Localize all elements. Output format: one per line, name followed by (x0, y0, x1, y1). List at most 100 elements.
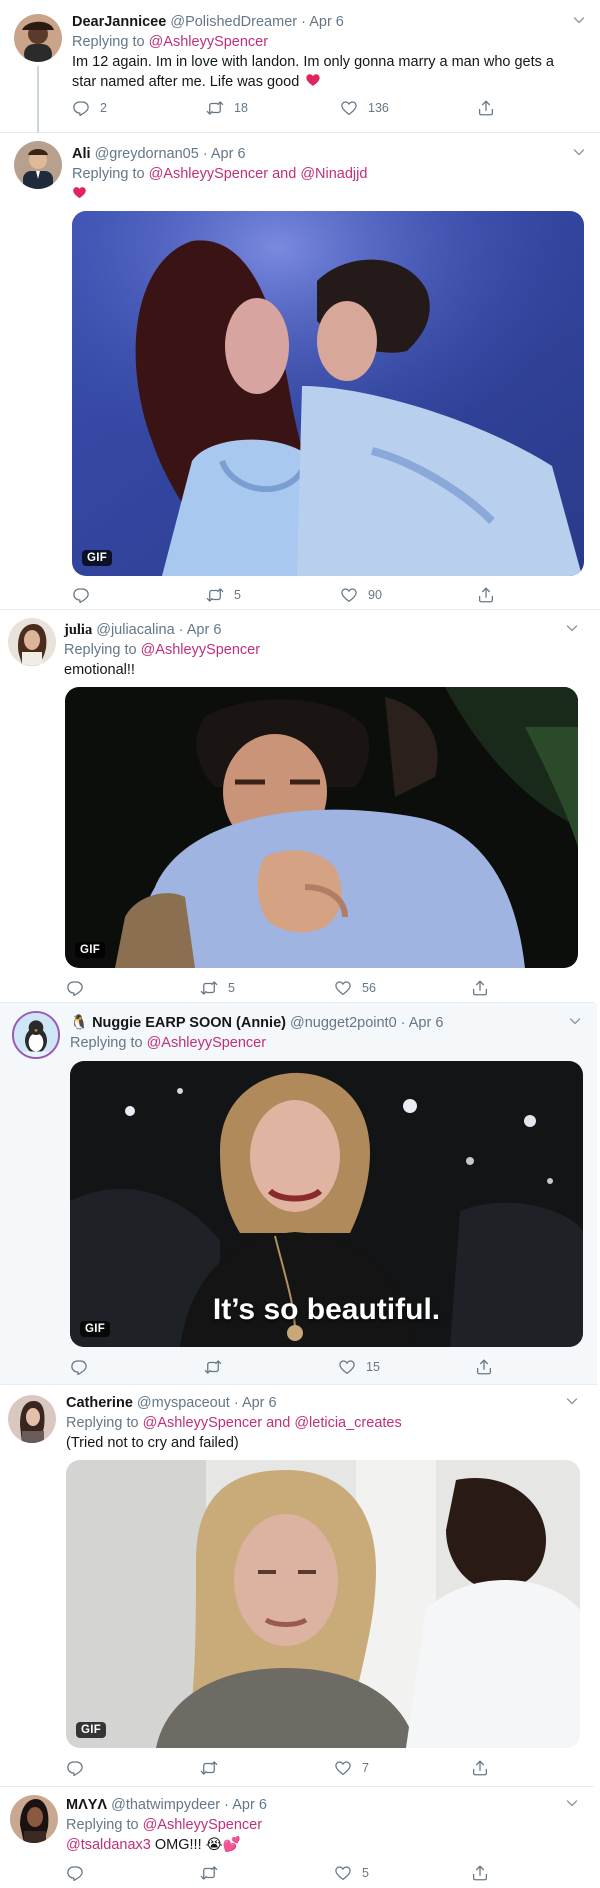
retweet-button[interactable]: 5 (206, 585, 241, 605)
chevron-down-icon[interactable] (573, 146, 585, 158)
like-button[interactable]: 5 (334, 1863, 369, 1883)
chevron-down-icon[interactable] (566, 1395, 578, 1407)
chevron-down-icon[interactable] (573, 14, 585, 26)
chevron-down-icon[interactable] (566, 1797, 578, 1809)
like-button[interactable]: 56 (334, 978, 376, 998)
handle[interactable]: @juliacalina (96, 622, 174, 638)
tweet[interactable]: Catherine @myspaceout · Apr 6 Replying t… (0, 1385, 594, 1787)
like-icon (334, 1759, 352, 1777)
timestamp[interactable]: Apr 6 (409, 1015, 444, 1031)
share-button[interactable] (477, 585, 495, 605)
share-icon (471, 979, 489, 997)
chevron-down-icon[interactable] (569, 1015, 581, 1027)
reply-button[interactable] (72, 585, 100, 605)
like-icon (338, 1358, 356, 1376)
display-name[interactable]: MΛYΛ (66, 1797, 107, 1813)
retweet-button[interactable] (200, 1863, 228, 1883)
mention-link[interactable]: @AshleyySpencer (149, 34, 269, 50)
reply-icon (66, 979, 84, 997)
display-name[interactable]: 🐧 Nuggie EARP SOON (Annie) (70, 1015, 286, 1031)
gif-badge: GIF (82, 550, 113, 566)
retweet-icon (206, 586, 224, 604)
tweet-text: emotional!! (64, 662, 135, 678)
retweet-icon (200, 979, 218, 997)
separator: · (301, 14, 306, 30)
mention-link[interactable]: @AshleyySpencer and @Ninadjjd (149, 166, 368, 182)
share-button[interactable] (475, 1357, 493, 1377)
tweet[interactable]: Ali @greydornan05 · Apr 6 Replying to @A… (0, 133, 600, 610)
reply-prefix: Replying to (66, 1415, 139, 1431)
gif-badge: GIF (75, 942, 106, 958)
avatar[interactable] (10, 1795, 58, 1843)
handle[interactable]: @myspaceout (137, 1395, 230, 1411)
reply-button[interactable] (70, 1357, 98, 1377)
timestamp[interactable]: Apr 6 (232, 1797, 267, 1813)
retweet-icon (200, 1759, 218, 1777)
tweet[interactable]: MΛYΛ @thatwimpydeer · Apr 6 Replying to … (0, 1787, 594, 1888)
reply-prefix: Replying to (66, 1817, 139, 1833)
tweet-text: Im 12 again. Im in love with landon. Im … (72, 54, 554, 90)
display-name[interactable]: Ali (72, 146, 91, 162)
reply-prefix: Replying to (72, 34, 145, 50)
timestamp[interactable]: Apr 6 (187, 622, 222, 638)
gif-media[interactable]: It’s so beautiful. GIF (70, 1061, 583, 1347)
gif-badge: GIF (80, 1321, 111, 1337)
mention-link[interactable]: @AshleyySpencer (147, 1035, 267, 1051)
reply-button[interactable] (66, 978, 94, 998)
reply-icon (66, 1759, 84, 1777)
mention-link[interactable]: @AshleyySpencer (143, 1817, 263, 1833)
handle[interactable]: @thatwimpydeer (111, 1797, 220, 1813)
reply-button[interactable] (66, 1863, 94, 1883)
display-name[interactable]: julia (64, 622, 92, 638)
share-button[interactable] (477, 98, 495, 118)
gif-media[interactable]: GIF (65, 687, 578, 968)
avatar[interactable] (14, 14, 62, 62)
timestamp[interactable]: Apr 6 (242, 1395, 277, 1411)
share-button[interactable] (471, 1863, 489, 1883)
share-icon (471, 1864, 489, 1882)
mention-link[interactable]: @AshleyySpencer and @leticia_creates (143, 1415, 402, 1431)
retweet-icon (204, 1358, 222, 1376)
avatar[interactable] (8, 618, 56, 666)
avatar[interactable] (12, 1011, 60, 1059)
like-button[interactable]: 7 (334, 1758, 369, 1778)
like-button[interactable]: 90 (340, 585, 382, 605)
retweet-button[interactable] (200, 1758, 228, 1778)
tweet[interactable]: DearJannicee @PolishedDreamer · Apr 6 Re… (0, 0, 600, 133)
like-icon (334, 979, 352, 997)
retweet-button[interactable]: 18 (206, 98, 248, 118)
like-button[interactable]: 136 (340, 98, 389, 118)
share-button[interactable] (471, 1758, 489, 1778)
thread-line (37, 66, 39, 133)
handle[interactable]: @greydornan05 (95, 146, 199, 162)
handle[interactable]: @PolishedDreamer (170, 14, 297, 30)
handle[interactable]: @nugget2point0 (290, 1015, 397, 1031)
retweet-button[interactable] (204, 1357, 232, 1377)
mention-link[interactable]: @AshleyySpencer (141, 642, 261, 658)
reply-icon (70, 1358, 88, 1376)
gif-media[interactable]: GIF (66, 1460, 580, 1748)
retweet-icon (206, 99, 224, 117)
display-name[interactable]: Catherine (66, 1395, 133, 1411)
share-icon (475, 1358, 493, 1376)
retweet-button[interactable]: 5 (200, 978, 235, 998)
chevron-down-icon[interactable] (566, 622, 578, 634)
heart-icon (305, 72, 321, 88)
reply-icon (66, 1864, 84, 1882)
tweet[interactable]: julia @juliacalina · Apr 6 Replying to @… (0, 610, 594, 1003)
gif-media[interactable]: GIF (72, 211, 584, 576)
gif-badge: GIF (76, 1722, 107, 1738)
avatar[interactable] (14, 141, 62, 189)
avatar[interactable] (8, 1395, 56, 1443)
timestamp[interactable]: Apr 6 (309, 14, 344, 30)
timestamp[interactable]: Apr 6 (211, 146, 246, 162)
reply-button[interactable] (66, 1758, 94, 1778)
like-button[interactable]: 15 (338, 1357, 380, 1377)
tweet-text: @tsaldanax3 OMG!!! 😭💕 (66, 1837, 241, 1853)
mention-link[interactable]: @tsaldanax3 (66, 1837, 151, 1853)
share-icon (471, 1759, 489, 1777)
tweet[interactable]: 🐧 Nuggie EARP SOON (Annie) @nugget2point… (0, 1003, 597, 1385)
reply-button[interactable]: 2 (72, 98, 107, 118)
display-name[interactable]: DearJannicee (72, 14, 166, 30)
share-button[interactable] (471, 978, 489, 998)
